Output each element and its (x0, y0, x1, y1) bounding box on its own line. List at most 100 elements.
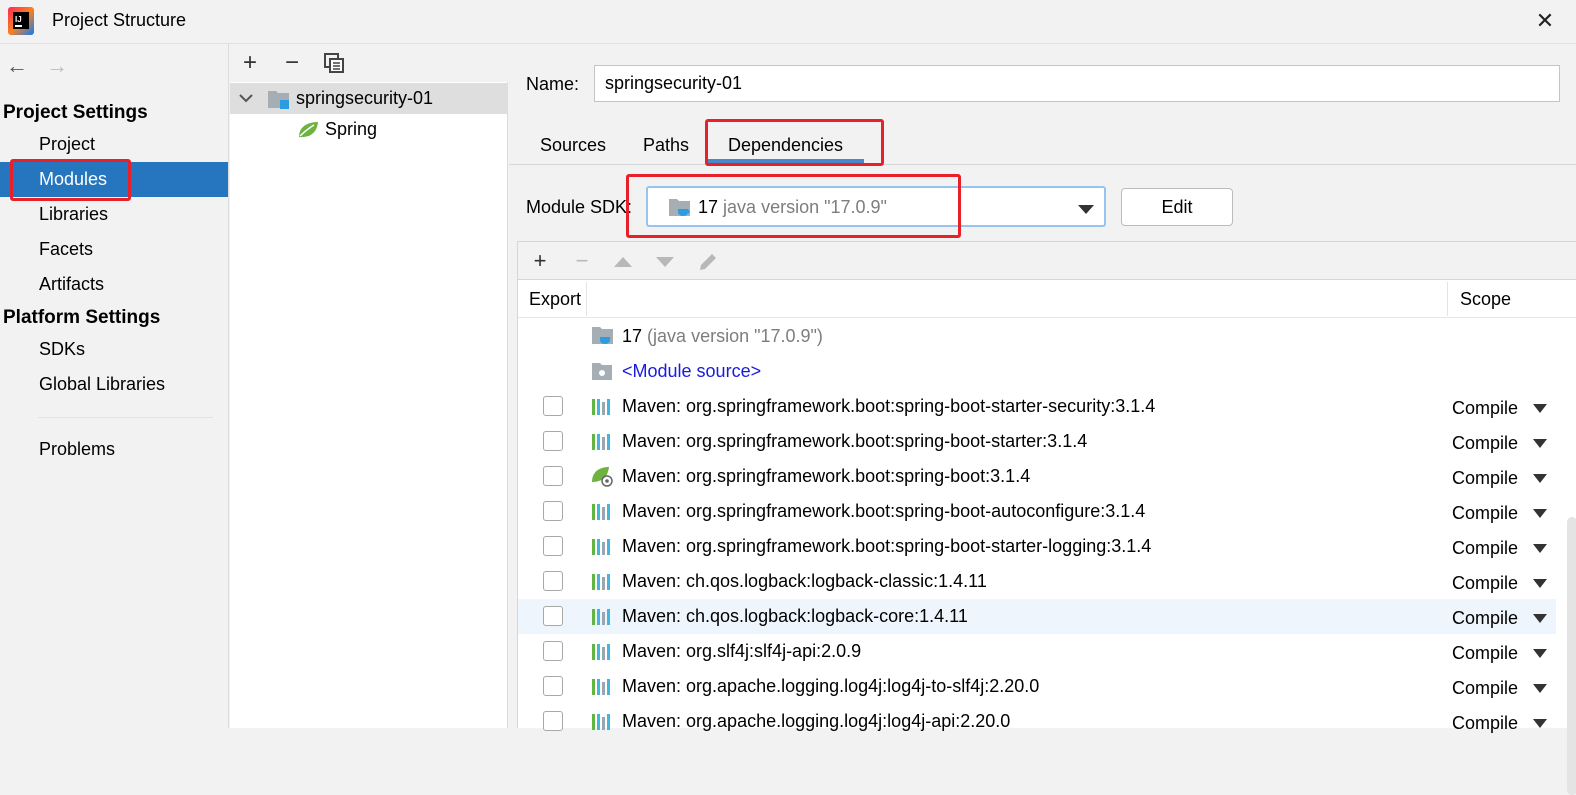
edit-pencil-icon[interactable] (697, 251, 719, 273)
chevron-down-icon[interactable] (1533, 439, 1547, 448)
sidebar-item-global-libraries[interactable]: Global Libraries (0, 367, 228, 402)
chevron-down-icon[interactable] (1533, 544, 1547, 553)
module-folder-icon (268, 91, 289, 109)
export-checkbox[interactable] (543, 606, 563, 626)
scope-dropdown[interactable]: Compile (1452, 713, 1518, 734)
remove-module-button[interactable]: − (278, 50, 306, 76)
maven-library-icon (592, 399, 610, 415)
maven-library-icon (592, 679, 610, 695)
close-icon[interactable]: ✕ (1533, 9, 1557, 33)
chevron-down-icon[interactable] (1533, 579, 1547, 588)
dependency-row[interactable]: Maven: org.springframework.boot:spring-b… (518, 459, 1556, 494)
sdk-name: 17 (698, 197, 719, 217)
export-checkbox[interactable] (543, 396, 563, 416)
export-checkbox[interactable] (543, 676, 563, 696)
module-sdk-dropdown[interactable]: 17 java version "17.0.9" (646, 186, 1106, 227)
scope-dropdown[interactable]: Compile (1452, 608, 1518, 629)
chevron-down-icon[interactable] (1078, 205, 1094, 214)
sidebar-item-problems[interactable]: Problems (0, 432, 228, 467)
dependency-row[interactable]: Maven: org.apache.logging.log4j:log4j-ap… (518, 704, 1556, 739)
export-checkbox[interactable] (543, 571, 563, 591)
sidebar-item-facets[interactable]: Facets (0, 232, 228, 267)
sidebar-item-libraries[interactable]: Libraries (0, 197, 228, 232)
chevron-down-icon[interactable] (1533, 614, 1547, 623)
dependency-name: Maven: org.apache.logging.log4j:log4j-to… (622, 676, 1040, 696)
forward-arrow-icon[interactable]: → (42, 54, 72, 78)
spring-leaf-icon (299, 122, 318, 138)
chevron-down-icon[interactable] (1533, 509, 1547, 518)
chevron-down-icon[interactable] (1533, 474, 1547, 483)
column-scope[interactable]: Scope (1460, 289, 1511, 310)
scope-dropdown[interactable]: Compile (1452, 398, 1518, 419)
dependency-row[interactable]: Maven: org.slf4j:slf4j-api:2.0.9 Compile (518, 634, 1556, 669)
module-sdk-label: Module SDK: (526, 197, 633, 217)
scope-dropdown[interactable]: Compile (1452, 643, 1518, 664)
column-divider (1447, 282, 1448, 316)
maven-library-icon (592, 574, 610, 590)
dependency-row[interactable]: Maven: org.springframework.boot:spring-b… (518, 529, 1556, 564)
sidebar-item-artifacts[interactable]: Artifacts (0, 267, 228, 302)
maven-library-icon (592, 644, 610, 660)
vertical-scrollbar[interactable] (1567, 517, 1576, 795)
scope-dropdown[interactable]: Compile (1452, 468, 1518, 489)
column-export[interactable]: Export (529, 289, 581, 310)
move-up-icon[interactable] (614, 257, 632, 267)
dependency-name: Maven: org.springframework.boot:spring-b… (622, 466, 1031, 486)
dependencies-table: + − Export Scope 17 (java version "17.0.… (517, 241, 1576, 795)
module-tree-toolbar: + − (230, 44, 508, 82)
platform-settings-header: Platform Settings (3, 307, 161, 328)
sidebar-item-sdks[interactable]: SDKs (0, 332, 228, 367)
tab-sources[interactable]: Sources (529, 130, 617, 164)
chevron-down-icon[interactable] (1533, 684, 1547, 693)
maven-library-icon (592, 434, 610, 450)
title-bar: IJ Project Structure ✕ (0, 0, 1576, 44)
remove-dependency-button[interactable]: − (568, 248, 596, 274)
tree-node-module[interactable]: springsecurity-01 (230, 83, 508, 114)
dependency-row[interactable]: Maven: org.springframework.boot:spring-b… (518, 494, 1556, 529)
tab-paths[interactable]: Paths (635, 130, 697, 164)
dependency-row[interactable]: Maven: org.apache.logging.log4j:log4j-to… (518, 669, 1556, 704)
dependencies-header: Export Scope (518, 280, 1576, 318)
add-dependency-button[interactable]: + (526, 248, 554, 274)
sdk-dependency-row[interactable]: 17 (java version "17.0.9") (518, 319, 1556, 354)
maven-library-icon (592, 714, 610, 730)
scope-dropdown[interactable]: Compile (1452, 573, 1518, 594)
dependency-row[interactable]: Maven: org.springframework.boot:spring-b… (518, 389, 1556, 424)
tree-node-spring-facet[interactable]: Spring (230, 114, 508, 145)
chevron-down-icon[interactable] (239, 93, 253, 103)
dependency-name: Maven: org.springframework.boot:spring-b… (622, 536, 1152, 556)
tabs-divider (509, 164, 1576, 165)
move-down-icon[interactable] (656, 257, 674, 267)
jdk-folder-icon (592, 327, 613, 344)
sidebar-item-modules[interactable]: Modules (0, 162, 228, 197)
dependency-row[interactable]: Maven: org.springframework.boot:spring-b… (518, 424, 1556, 459)
active-tab-underline (708, 159, 864, 163)
scope-dropdown[interactable]: Compile (1452, 538, 1518, 559)
edit-sdk-button[interactable]: Edit (1121, 188, 1233, 226)
add-module-button[interactable]: + (236, 50, 264, 76)
export-checkbox[interactable] (543, 536, 563, 556)
sdk-dependency-name: 17 (622, 326, 643, 346)
dependency-row[interactable]: Maven: ch.qos.logback:logback-core:1.4.1… (518, 599, 1556, 634)
dependency-row[interactable]: Maven: ch.qos.logback:logback-classic:1.… (518, 564, 1556, 599)
scope-dropdown[interactable]: Compile (1452, 503, 1518, 524)
chevron-down-icon[interactable] (1533, 719, 1547, 728)
chevron-down-icon[interactable] (1533, 649, 1547, 658)
export-checkbox[interactable] (543, 466, 563, 486)
copy-icon[interactable] (320, 50, 348, 76)
back-arrow-icon[interactable]: ← (2, 54, 32, 78)
export-checkbox[interactable] (543, 431, 563, 451)
sidebar-item-project[interactable]: Project (0, 127, 228, 162)
maven-library-icon (592, 539, 610, 555)
export-checkbox[interactable] (543, 641, 563, 661)
settings-sidebar: ← → Project Settings Project Modules Lib… (0, 44, 229, 728)
module-source-row[interactable]: <Module source> (518, 354, 1556, 389)
module-name-input[interactable] (594, 65, 1560, 102)
chevron-down-icon[interactable] (1533, 404, 1547, 413)
export-checkbox[interactable] (543, 501, 563, 521)
spring-boot-icon (592, 467, 613, 487)
scope-dropdown[interactable]: Compile (1452, 678, 1518, 699)
scope-dropdown[interactable]: Compile (1452, 433, 1518, 454)
export-checkbox[interactable] (543, 711, 563, 731)
dependency-name: Maven: ch.qos.logback:logback-classic:1.… (622, 571, 987, 591)
